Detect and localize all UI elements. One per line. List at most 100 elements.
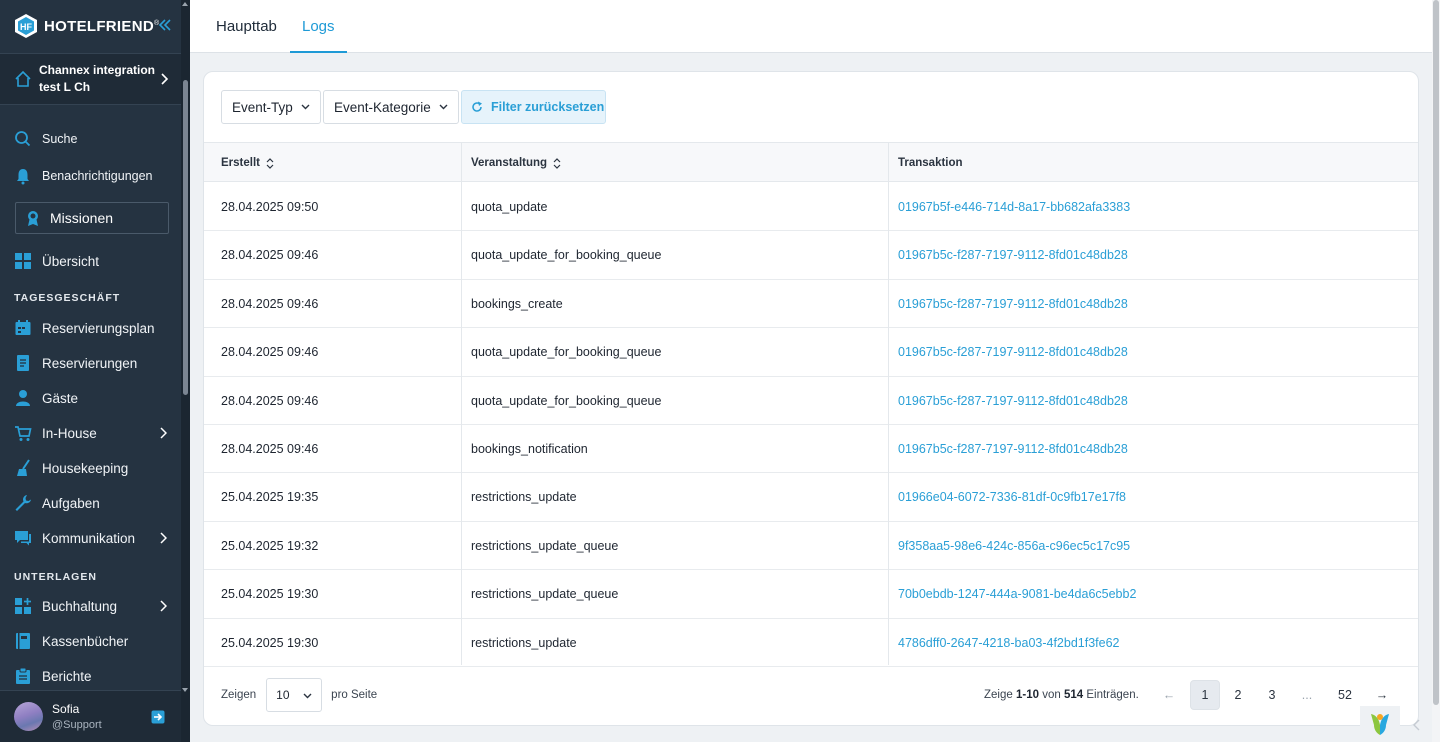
nav-overview[interactable]: Übersicht [0, 246, 181, 276]
per-page-control: Zeigen 10 pro Seite [221, 678, 377, 712]
column-created[interactable]: Erstellt [221, 143, 274, 183]
missions-label: Missionen [50, 210, 114, 226]
hotel-switcher[interactable]: Channex integration test L Ch [0, 53, 181, 105]
event-cell: restrictions_update [471, 490, 577, 505]
nav-communication[interactable]: Kommunikation [0, 523, 181, 553]
dashboard-icon [15, 253, 31, 269]
transaction-link[interactable]: 01967b5c-f287-7197-9112-8fd01c48db28 [898, 328, 1128, 376]
logout-icon[interactable] [151, 710, 165, 724]
transaction-link[interactable]: 01967b5f-e446-714d-8a17-bb682afa3383 [898, 183, 1130, 231]
column-label: Veranstaltung [471, 157, 548, 169]
nav-reservation-plan[interactable]: Reservierungsplan [0, 313, 181, 343]
scroll-down-icon[interactable] [182, 688, 188, 692]
table-row: 25.04.2025 19:35 restrictions_update 01966… [204, 473, 1418, 522]
helper-widget[interactable] [1360, 706, 1400, 742]
page-last-button[interactable]: 52 [1330, 680, 1360, 710]
search-icon [15, 131, 31, 147]
summary-suffix: Einträgen. [1086, 689, 1139, 701]
event-cell: bookings_create [471, 296, 563, 311]
event-cell: quota_update [471, 200, 548, 214]
nav-accounting[interactable]: Buchhaltung [0, 591, 181, 621]
per-page-select[interactable]: 10 [266, 678, 323, 712]
event-category-filter[interactable]: Event-Kategorie [323, 90, 459, 124]
transaction-link[interactable]: 4786dff0-2647-4218-ba03-4f2bd1f3fe62 [898, 619, 1120, 667]
event-cell: restrictions_update_queue [471, 538, 619, 553]
document-icon [17, 355, 29, 371]
transaction-link[interactable]: 01967b5c-f287-7197-9112-8fd01c48db28 [898, 280, 1128, 328]
nav-housekeeping[interactable]: Housekeeping [0, 453, 181, 483]
prev-page-button[interactable]: ← [1154, 680, 1184, 710]
hotel-name: Channex integration test L Ch [39, 63, 156, 94]
show-label: Zeigen [221, 689, 257, 701]
nav-notifications-label: Benachrichtigungen [42, 169, 153, 183]
person-icon [16, 390, 30, 406]
transaction-link[interactable]: 01967b5c-f287-7197-9112-8fd01c48db28 [898, 377, 1128, 425]
brand[interactable]: HF HOTELFRIEND® [0, 0, 181, 52]
transaction-link[interactable]: 01967b5c-f287-7197-9112-8fd01c48db28 [898, 231, 1128, 279]
brand-name: HOTELFRIEND® [44, 17, 160, 35]
event-cell: quota_update_for_booking_queue [471, 345, 662, 360]
per-page-value: 10 [276, 688, 290, 702]
page-2-button[interactable]: 2 [1223, 680, 1253, 710]
scrollbar-thumb[interactable] [1433, 0, 1439, 705]
nav-tasks[interactable]: Aufgaben [0, 488, 181, 518]
nav-cash-books[interactable]: Kassenbücher [0, 626, 181, 656]
topbar: Haupttab Logs [190, 0, 1432, 53]
nav-notifications[interactable]: Benachrichtigungen [0, 161, 181, 191]
clipboard-icon [16, 667, 30, 684]
tab-logs[interactable]: Logs [290, 0, 346, 53]
wrench-icon [15, 495, 31, 511]
award-icon [28, 211, 38, 226]
nav-search[interactable]: Suche [0, 124, 181, 154]
chevron-down-icon [303, 693, 312, 699]
sidebar: HF HOTELFRIEND® Channex integration test… [0, 0, 190, 742]
event-type-filter[interactable]: Event-Typ [221, 90, 321, 124]
event-cell: restrictions_update_queue [471, 587, 619, 602]
table-row: 28.04.2025 09:46 bookings_create 01967b5c-… [204, 280, 1418, 329]
user-name: Sofia [52, 702, 80, 716]
nav-label: Housekeeping [42, 460, 129, 476]
nav-label: Reservierungsplan [42, 320, 155, 336]
column-label: Transaktion [898, 157, 963, 169]
nav-guests[interactable]: Gäste [0, 383, 181, 413]
page-1-button[interactable]: 1 [1190, 680, 1220, 710]
nav-label: Reservierungen [42, 355, 138, 371]
page-3-button[interactable]: 3 [1257, 680, 1287, 710]
yii-logo-icon [1371, 714, 1389, 735]
scrollbar-thumb[interactable] [183, 80, 188, 395]
table-row: 28.04.2025 09:46 bookings_notification 019… [204, 425, 1418, 474]
transaction-link[interactable]: 9f358aa5-98e6-424c-856a-c96ec5c17c95 [898, 522, 1130, 570]
scroll-up-icon[interactable] [182, 2, 188, 6]
nav-label: Aufgaben [42, 495, 100, 511]
event-cell: restrictions_update [471, 635, 577, 650]
cart-icon [15, 426, 32, 441]
reset-filters-button[interactable]: Filter zurücksetzen [461, 90, 606, 124]
column-divider [461, 142, 462, 665]
created-cell: 25.04.2025 19:30 [221, 587, 319, 602]
refresh-icon [472, 101, 482, 112]
transaction-link[interactable]: 01966e04-6072-7336-81df-0c9fb17e17f8 [898, 473, 1126, 521]
column-event[interactable]: Veranstaltung [471, 143, 561, 183]
broom-icon [17, 459, 30, 476]
table-row: 28.04.2025 09:46 quota_update_for_booking… [204, 231, 1418, 280]
transaction-link[interactable]: 70b0ebdb-1247-444a-9081-be4da6c5ebb2 [898, 570, 1136, 618]
nav-reservations[interactable]: Reservierungen [0, 348, 181, 378]
tab-main[interactable]: Haupttab [216, 0, 277, 53]
sidebar-scrollbar[interactable] [181, 0, 190, 742]
nav-label: Kommunikation [42, 530, 136, 546]
collapse-sidebar-icon[interactable] [157, 17, 173, 33]
missions-button[interactable]: Missionen [15, 202, 169, 234]
chevron-left-icon[interactable] [1412, 718, 1422, 732]
event-cell: quota_update_for_booking_queue [471, 248, 662, 263]
logs-card: Event-Typ Event-Kategorie Filter zurücks… [203, 71, 1419, 726]
sort-icon [266, 157, 274, 169]
created-cell: 28.04.2025 09:46 [221, 442, 319, 456]
transaction-link[interactable]: 01967b5c-f287-7197-9112-8fd01c48db28 [898, 425, 1128, 473]
created-cell: 28.04.2025 09:46 [221, 345, 319, 360]
nav-reports[interactable]: Berichte [0, 661, 181, 691]
user-profile[interactable]: Sofia @Support [0, 690, 181, 742]
created-cell: 28.04.2025 09:46 [221, 296, 319, 311]
page-scrollbar[interactable] [1432, 0, 1440, 742]
nav-in-house[interactable]: In-House [0, 418, 181, 448]
table-row: 25.04.2025 19:32 restrictions_update_queu… [204, 522, 1418, 571]
